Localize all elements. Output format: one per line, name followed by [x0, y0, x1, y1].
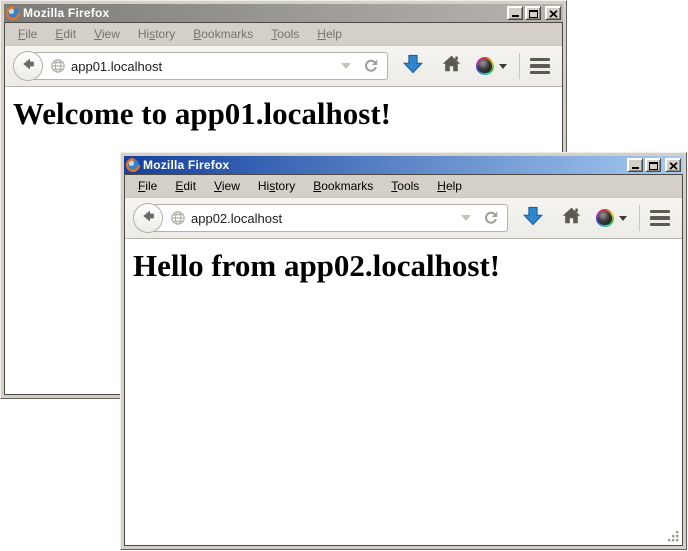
window-controls	[507, 6, 561, 20]
close-button[interactable]	[545, 6, 561, 20]
menu-edit[interactable]: Edit	[166, 177, 205, 195]
reload-icon[interactable]	[363, 58, 379, 74]
menu-help[interactable]: Help	[308, 25, 351, 43]
globe-icon	[50, 58, 66, 74]
window-title: Mozilla Firefox	[143, 158, 624, 172]
minimize-button[interactable]	[627, 158, 643, 172]
resize-grip-icon	[666, 530, 680, 545]
download-button[interactable]	[402, 53, 424, 80]
menu-help[interactable]: Help	[428, 177, 471, 195]
menu-bookmarks[interactable]: Bookmarks	[184, 25, 262, 43]
menu-history[interactable]: History	[249, 177, 304, 195]
menu-button[interactable]	[530, 58, 550, 75]
titlebar[interactable]: Mozilla Firefox	[4, 4, 563, 22]
url-text[interactable]: app01.localhost	[71, 59, 341, 74]
addon-button[interactable]	[596, 209, 627, 227]
page-content: Hello from app02.localhost!	[125, 239, 682, 545]
home-button[interactable]	[441, 53, 462, 79]
navigation-toolbar: app02.localhost	[125, 197, 682, 239]
url-text[interactable]: app02.localhost	[191, 211, 461, 226]
download-icon	[402, 53, 424, 80]
page-heading: Hello from app02.localhost!	[133, 248, 682, 284]
browser-client: FileEditViewHistoryBookmarksToolsHelp ap…	[124, 174, 683, 546]
menu-view[interactable]: View	[205, 177, 249, 195]
back-icon	[19, 55, 37, 78]
minimize-button[interactable]	[507, 6, 523, 20]
download-icon	[522, 205, 544, 232]
color-wheel-icon	[596, 209, 614, 227]
url-bar[interactable]: app02.localhost	[147, 204, 508, 232]
url-bar[interactable]: app01.localhost	[27, 52, 388, 80]
menubar: FileEditViewHistoryBookmarksToolsHelp	[125, 175, 682, 197]
close-icon	[549, 6, 558, 21]
maximize-button[interactable]	[645, 158, 661, 172]
maximize-button[interactable]	[525, 6, 541, 20]
color-wheel-icon	[476, 57, 494, 75]
menu-edit[interactable]: Edit	[46, 25, 85, 43]
home-button[interactable]	[561, 205, 582, 231]
home-icon	[561, 205, 582, 231]
browser-window-app02[interactable]: Mozilla Firefox FileEditViewHistoryBookm…	[120, 152, 687, 550]
window-controls	[627, 158, 681, 172]
maximize-icon	[649, 162, 658, 170]
back-icon	[139, 207, 157, 230]
firefox-icon	[126, 158, 140, 172]
menu-history[interactable]: History	[129, 25, 184, 43]
close-button[interactable]	[665, 158, 681, 172]
menubar: FileEditViewHistoryBookmarksToolsHelp	[5, 23, 562, 45]
caret-down-icon	[619, 216, 627, 221]
menu-file[interactable]: File	[129, 177, 166, 195]
globe-icon	[170, 210, 186, 226]
menu-view[interactable]: View	[85, 25, 129, 43]
back-button[interactable]	[13, 51, 43, 81]
minimize-icon	[632, 167, 639, 169]
caret-down-icon	[499, 64, 507, 69]
home-icon	[441, 53, 462, 79]
resize-grip[interactable]	[666, 529, 680, 543]
close-icon	[669, 158, 678, 173]
toolbar-separator	[519, 53, 520, 79]
menu-tools[interactable]: Tools	[382, 177, 428, 195]
back-button[interactable]	[133, 203, 163, 233]
minimize-icon	[512, 15, 519, 17]
navigation-toolbar: app01.localhost	[5, 45, 562, 87]
firefox-icon	[6, 6, 20, 20]
titlebar[interactable]: Mozilla Firefox	[124, 156, 683, 174]
toolbar-separator	[639, 205, 640, 231]
maximize-icon	[529, 10, 538, 18]
desktop: Mozilla Firefox FileEditViewHistoryBookm…	[0, 0, 688, 551]
menu-tools[interactable]: Tools	[262, 25, 308, 43]
menu-file[interactable]: File	[9, 25, 46, 43]
download-button[interactable]	[522, 205, 544, 232]
urlbar-dropdown-icon[interactable]	[341, 63, 351, 69]
addon-button[interactable]	[476, 57, 507, 75]
window-title: Mozilla Firefox	[23, 6, 504, 20]
urlbar-dropdown-icon[interactable]	[461, 215, 471, 221]
reload-icon[interactable]	[483, 210, 499, 226]
menu-button[interactable]	[650, 210, 670, 227]
menu-bookmarks[interactable]: Bookmarks	[304, 177, 382, 195]
page-heading: Welcome to app01.localhost!	[13, 96, 562, 132]
